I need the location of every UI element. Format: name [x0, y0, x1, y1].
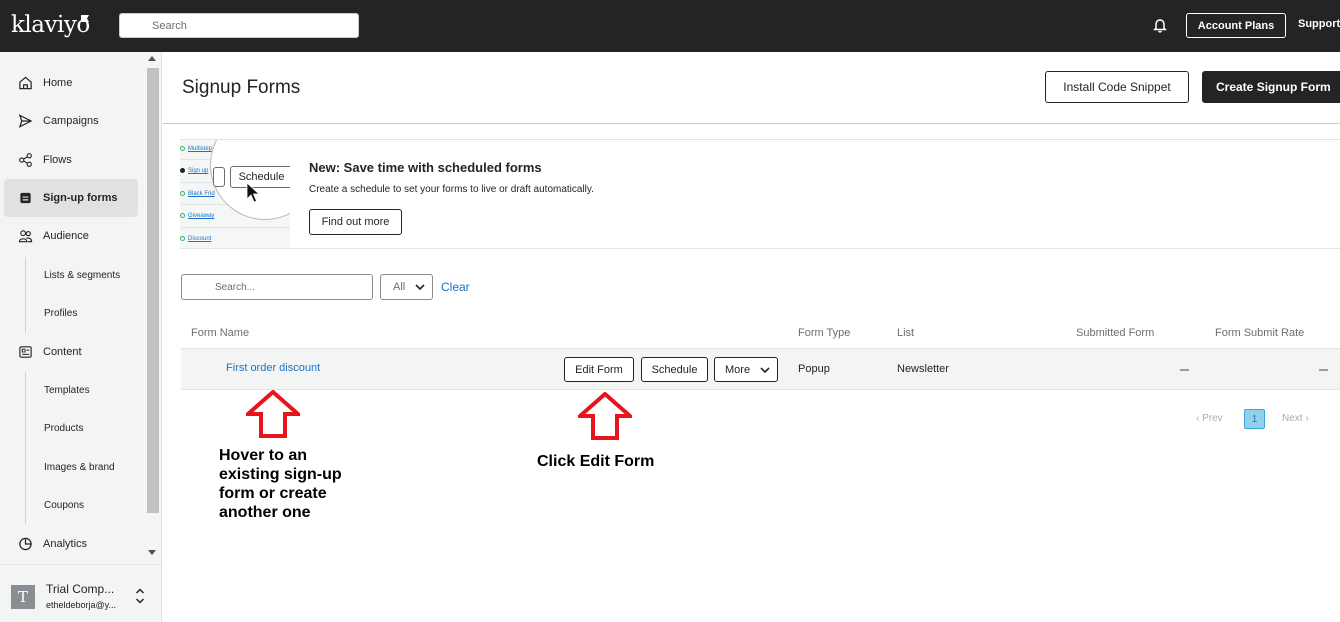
support-link[interactable]: Support	[1298, 18, 1340, 30]
form-type-cell: Popup	[798, 363, 830, 375]
status-dot-icon	[180, 168, 185, 173]
audience-sub-line	[25, 257, 26, 333]
global-search[interactable]	[119, 13, 359, 38]
sidebar-item-home[interactable]: Home	[4, 64, 138, 102]
red-up-arrow-icon	[246, 390, 300, 438]
forms-search-input[interactable]	[182, 275, 372, 299]
sidebar-subitem-lists-segments[interactable]: Lists & segments	[44, 270, 120, 281]
mini-list-item: Multistep	[188, 146, 213, 152]
sidebar-item-campaigns[interactable]: Campaigns	[4, 102, 138, 140]
column-header-submitted-form[interactable]: Submitted Form	[1076, 327, 1154, 339]
banner-title: New: Save time with scheduled forms	[309, 160, 542, 175]
send-icon	[18, 114, 33, 128]
mini-list-item: Giveaway	[188, 213, 215, 219]
mini-list-item: Sign up	[188, 168, 209, 174]
form-name-link[interactable]: First order discount	[226, 362, 320, 374]
pagination-prev[interactable]: ‹ Prev	[1196, 413, 1223, 424]
sidebar-item-label: Sign-up forms	[43, 192, 118, 204]
chevron-down-icon	[760, 367, 770, 374]
chevron-up-down-icon[interactable]	[135, 587, 145, 605]
content-icon	[19, 346, 32, 358]
red-up-arrow-icon	[578, 392, 632, 440]
submitted-form-empty-dash	[1180, 369, 1189, 371]
sidebar-subitem-products[interactable]: Products	[44, 423, 83, 434]
mini-schedule-button: Schedule	[230, 166, 290, 188]
company-switcher[interactable]: T Trial Comp... etheldeborja@y...	[0, 564, 161, 622]
mini-list-item: Black Frid	[188, 191, 215, 197]
status-filter-select[interactable]: All	[380, 274, 433, 300]
avatar: T	[11, 585, 35, 609]
sidebar-scrollbar-thumb[interactable]	[147, 68, 159, 513]
clear-filters-link[interactable]: Clear	[441, 280, 470, 294]
sidebar-item-label: Content	[43, 346, 82, 358]
status-dot-icon	[180, 213, 185, 218]
status-dot-icon	[180, 236, 185, 241]
content-sub-line	[25, 372, 26, 524]
status-dot-icon	[180, 191, 185, 196]
sidebar-item-label: Analytics	[43, 538, 88, 550]
more-dropdown[interactable]: More	[714, 357, 778, 382]
install-code-snippet-button[interactable]: Install Code Snippet	[1045, 71, 1189, 103]
sidebar-subitem-coupons[interactable]: Coupons	[44, 500, 84, 511]
find-out-more-button[interactable]: Find out more	[309, 209, 402, 235]
company-email: etheldeborja@y...	[46, 600, 117, 610]
banner-illustration: Multistep Sign up Black Frid Giveaway Di…	[180, 140, 290, 248]
header-divider	[163, 123, 1340, 124]
status-filter-value: All	[393, 281, 406, 293]
sidebar-item-label: Flows	[43, 154, 72, 166]
more-label: More	[725, 363, 751, 376]
status-dot-icon	[180, 146, 185, 151]
schedule-button[interactable]: Schedule	[641, 357, 708, 382]
mini-divider	[180, 227, 290, 228]
global-search-input[interactable]	[120, 14, 358, 37]
column-header-list[interactable]: List	[897, 327, 914, 339]
banner-description: Create a schedule to set your forms to l…	[309, 184, 594, 195]
prev-label: Prev	[1202, 413, 1223, 424]
sidebar-subitem-images-brand[interactable]: Images & brand	[44, 462, 115, 473]
submit-rate-empty-dash	[1319, 369, 1328, 371]
sidebar-item-audience[interactable]: Audience	[4, 217, 138, 255]
mouse-cursor-icon	[246, 182, 260, 203]
table-row[interactable]: First order discount Edit Form Schedule …	[181, 348, 1340, 390]
sidebar-item-analytics[interactable]: Analytics	[4, 525, 138, 563]
next-label: Next	[1282, 413, 1303, 424]
scheduled-forms-banner: Multistep Sign up Black Frid Giveaway Di…	[180, 139, 1340, 249]
bell-icon[interactable]	[1152, 18, 1168, 34]
people-icon	[18, 230, 33, 243]
forms-search[interactable]	[181, 274, 373, 300]
sidebar-item-label: Audience	[43, 230, 89, 242]
top-bar: klaviyo Account Plans Support	[0, 0, 1340, 52]
chevron-down-icon	[415, 284, 425, 291]
sidebar-item-signup-forms[interactable]: Sign-up forms	[4, 179, 138, 217]
edit-form-button[interactable]: Edit Form	[564, 357, 634, 382]
sidebar-item-label: Campaigns	[43, 115, 99, 127]
mini-list-item: Discount	[188, 236, 212, 242]
sidebar-item-flows[interactable]: Flows	[4, 141, 138, 179]
column-header-form-name[interactable]: Form Name	[191, 327, 249, 339]
mini-toggle	[213, 167, 225, 187]
sidebar-subitem-profiles[interactable]: Profiles	[44, 308, 77, 319]
pagination-page-1[interactable]: 1	[1244, 409, 1265, 429]
scroll-down-icon[interactable]	[148, 550, 156, 555]
column-header-form-submit-rate[interactable]: Form Submit Rate	[1215, 327, 1304, 339]
sidebar: Home Campaigns Flows Sign-up forms Audie…	[0, 52, 162, 622]
create-signup-form-button[interactable]: Create Signup Form	[1202, 71, 1340, 103]
company-name: Trial Comp...	[46, 582, 115, 596]
annotation-hover: Hover to an existing sign-up form or cre…	[219, 447, 342, 521]
home-icon	[19, 76, 32, 90]
list-cell: Newsletter	[897, 363, 949, 375]
sidebar-subitem-templates[interactable]: Templates	[44, 385, 90, 396]
annotation-click: Click Edit Form	[537, 453, 655, 470]
page-title: Signup Forms	[182, 77, 301, 98]
account-plans-button[interactable]: Account Plans	[1186, 13, 1286, 38]
sidebar-item-content[interactable]: Content	[4, 333, 138, 371]
pagination-next[interactable]: Next ›	[1282, 413, 1309, 424]
klaviyo-logo[interactable]: klaviyo	[11, 12, 90, 38]
column-header-form-type[interactable]: Form Type	[798, 327, 850, 339]
flows-icon	[19, 153, 32, 167]
form-icon	[20, 192, 31, 204]
pie-chart-icon	[19, 537, 32, 551]
sidebar-item-label: Home	[43, 77, 73, 89]
scroll-up-icon[interactable]	[148, 56, 156, 61]
